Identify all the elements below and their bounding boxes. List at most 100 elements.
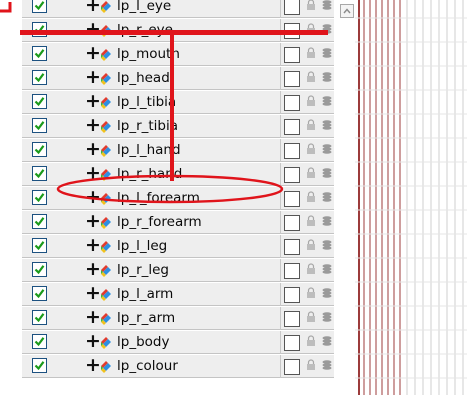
layer-name[interactable]: lp_mouth	[117, 46, 180, 63]
layer-visibility-checkbox[interactable]	[32, 94, 47, 109]
layer-color-swatch[interactable]	[284, 71, 300, 87]
lock-icon[interactable]	[306, 23, 316, 35]
layer-name[interactable]: lp_body	[117, 334, 169, 351]
layer-name[interactable]: lp_r_forearm	[117, 214, 202, 231]
layer-name[interactable]: lp_l_tibia	[117, 94, 176, 111]
lock-icon[interactable]	[306, 239, 316, 251]
layer-name[interactable]: lp_l_leg	[117, 238, 167, 255]
layer-name[interactable]: lp_r_eye	[117, 22, 173, 39]
lock-icon[interactable]	[306, 95, 316, 107]
disc-icon[interactable]	[322, 95, 332, 107]
layer-color-swatch[interactable]	[284, 119, 300, 135]
layer-name[interactable]: lp_head	[117, 70, 170, 87]
lock-icon[interactable]	[306, 359, 316, 371]
layer-name[interactable]: lp_l_hand	[117, 142, 181, 159]
lock-icon[interactable]	[306, 119, 316, 131]
disc-icon[interactable]	[322, 215, 332, 227]
lock-icon[interactable]	[306, 71, 316, 83]
lock-icon[interactable]	[306, 47, 316, 59]
disc-icon[interactable]	[322, 311, 332, 323]
lock-icon[interactable]	[306, 263, 316, 275]
layer-visibility-checkbox[interactable]	[32, 22, 47, 37]
layer-row[interactable]: + lp_r_hand	[22, 162, 334, 186]
layer-row[interactable]: + lp_r_eye	[22, 18, 334, 42]
plus-icon[interactable]: +	[85, 162, 101, 184]
layer-color-swatch[interactable]	[284, 23, 300, 39]
plus-icon[interactable]: +	[85, 234, 101, 256]
layer-color-swatch[interactable]	[284, 0, 300, 15]
layer-row[interactable]: + lp_mouth	[22, 42, 334, 66]
layer-visibility-checkbox[interactable]	[32, 142, 47, 157]
layer-name[interactable]: lp_r_arm	[117, 310, 175, 327]
layer-visibility-checkbox[interactable]	[32, 214, 47, 229]
plus-icon[interactable]: +	[85, 0, 101, 16]
layer-visibility-checkbox[interactable]	[32, 238, 47, 253]
layer-visibility-checkbox[interactable]	[32, 46, 47, 61]
disc-icon[interactable]	[322, 71, 332, 83]
layer-color-swatch[interactable]	[284, 287, 300, 303]
layer-visibility-checkbox[interactable]	[32, 310, 47, 325]
layer-color-swatch[interactable]	[284, 215, 300, 231]
layer-name[interactable]: lp_l_arm	[117, 286, 173, 303]
layer-visibility-checkbox[interactable]	[32, 334, 47, 349]
disc-icon[interactable]	[322, 119, 332, 131]
plus-icon[interactable]: +	[85, 186, 101, 208]
layer-row[interactable]: + lp_l_eye	[22, 0, 334, 18]
disc-icon[interactable]	[322, 23, 332, 35]
lock-icon[interactable]	[306, 0, 316, 11]
layer-visibility-checkbox[interactable]	[32, 190, 47, 205]
layer-name[interactable]: lp_r_tibia	[117, 118, 178, 135]
layer-name[interactable]: lp_r_hand	[117, 166, 182, 183]
disc-icon[interactable]	[322, 335, 332, 347]
lock-icon[interactable]	[306, 215, 316, 227]
lock-icon[interactable]	[306, 191, 316, 203]
lock-icon[interactable]	[306, 311, 316, 323]
disc-icon[interactable]	[322, 263, 332, 275]
lock-icon[interactable]	[306, 287, 316, 299]
plus-icon[interactable]: +	[85, 114, 101, 136]
plus-icon[interactable]: +	[85, 90, 101, 112]
layer-visibility-checkbox[interactable]	[32, 0, 47, 13]
disc-icon[interactable]	[322, 359, 332, 371]
lock-icon[interactable]	[306, 143, 316, 155]
disc-icon[interactable]	[322, 239, 332, 251]
layer-color-swatch[interactable]	[284, 191, 300, 207]
layer-row[interactable]: + lp_l_leg	[22, 234, 334, 258]
layer-row[interactable]: + lp_l_arm	[22, 282, 334, 306]
layer-row[interactable]: + lp_r_forearm	[22, 210, 334, 234]
layer-color-swatch[interactable]	[284, 95, 300, 111]
disc-icon[interactable]	[322, 287, 332, 299]
layer-row[interactable]: + lp_head	[22, 66, 334, 90]
disc-icon[interactable]	[322, 47, 332, 59]
disc-icon[interactable]	[322, 191, 332, 203]
layer-color-swatch[interactable]	[284, 359, 300, 375]
layer-name[interactable]: lp_colour	[117, 358, 178, 375]
disc-icon[interactable]	[322, 143, 332, 155]
lock-icon[interactable]	[306, 167, 316, 179]
layer-visibility-checkbox[interactable]	[32, 262, 47, 277]
plus-icon[interactable]: +	[85, 330, 101, 352]
plus-icon[interactable]: +	[85, 258, 101, 280]
layer-row[interactable]: + lp_l_tibia	[22, 90, 334, 114]
layer-color-swatch[interactable]	[284, 167, 300, 183]
layer-row[interactable]: + lp_l_hand	[22, 138, 334, 162]
layer-visibility-checkbox[interactable]	[32, 118, 47, 133]
layer-color-swatch[interactable]	[284, 143, 300, 159]
disc-icon[interactable]	[322, 0, 332, 11]
layer-row[interactable]: + lp_colour	[22, 354, 334, 378]
layer-color-swatch[interactable]	[284, 335, 300, 351]
layer-color-swatch[interactable]	[284, 263, 300, 279]
layer-row[interactable]: + lp_r_leg	[22, 258, 334, 282]
plus-icon[interactable]: +	[85, 66, 101, 88]
scroll-up-button[interactable]	[340, 4, 354, 18]
plus-icon[interactable]: +	[85, 306, 101, 328]
layer-row[interactable]: + lp_l_forearm	[22, 186, 334, 210]
layer-visibility-checkbox[interactable]	[32, 286, 47, 301]
layer-visibility-checkbox[interactable]	[32, 166, 47, 181]
plus-icon[interactable]: +	[85, 18, 101, 40]
plus-icon[interactable]: +	[85, 210, 101, 232]
disc-icon[interactable]	[322, 167, 332, 179]
layer-visibility-checkbox[interactable]	[32, 70, 47, 85]
layer-visibility-checkbox[interactable]	[32, 358, 47, 373]
plus-icon[interactable]: +	[85, 282, 101, 304]
